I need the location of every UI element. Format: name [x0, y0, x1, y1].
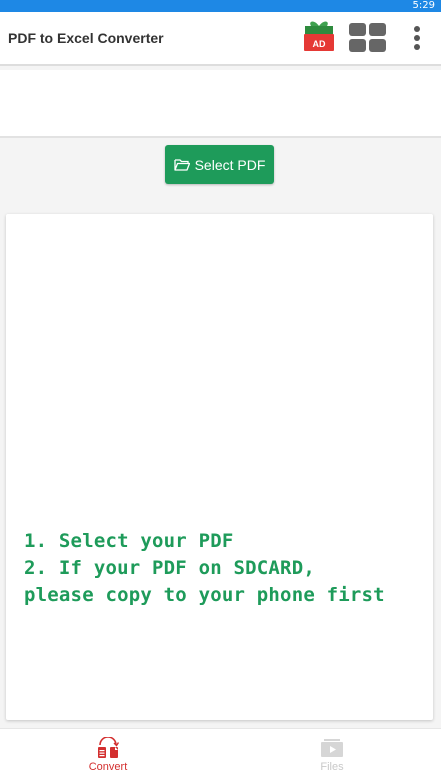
files-icon — [321, 739, 343, 757]
status-time: 5:29 — [412, 0, 435, 11]
app-screen: 5:29 PDF to Excel Converter AD Select PD… — [0, 0, 441, 782]
nav-label-files: Files — [320, 761, 344, 773]
select-pdf-button[interactable]: Select PDF — [165, 145, 274, 184]
toolbar: PDF to Excel Converter AD — [0, 12, 441, 66]
nav-label-convert: Convert — [88, 761, 128, 773]
folder-open-icon — [173, 159, 190, 171]
instruction-line: 1. Select your PDF — [24, 530, 234, 552]
gift-ad-icon[interactable]: AD — [302, 18, 336, 52]
app-title: PDF to Excel Converter — [8, 30, 164, 46]
content-card: 1. Select your PDF 2. If your PDF on SDC… — [6, 214, 433, 720]
bottom-navigation: Convert Files — [0, 728, 441, 782]
ad-banner-area — [0, 70, 441, 138]
more-vert-icon[interactable] — [408, 24, 426, 54]
nav-item-files[interactable]: Files — [272, 729, 392, 782]
convert-icon — [98, 737, 120, 758]
nav-item-convert[interactable]: Convert — [48, 729, 168, 782]
select-pdf-label: Select PDF — [194, 156, 266, 173]
instruction-line: please copy to your phone first — [24, 584, 385, 606]
grid-apps-icon[interactable] — [348, 22, 388, 54]
status-bar: 5:29 — [0, 0, 441, 12]
instruction-line: 2. If your PDF on SDCARD, — [24, 557, 315, 579]
instructions-text: 1. Select your PDF 2. If your PDF on SDC… — [24, 528, 434, 609]
ad-badge-text: AD — [313, 39, 326, 49]
